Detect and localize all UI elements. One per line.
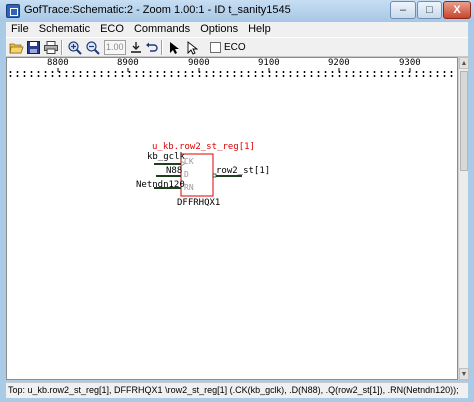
zoom-in-icon[interactable]	[67, 40, 82, 55]
print-icon[interactable]	[43, 40, 58, 55]
net-label-d[interactable]: N88	[166, 166, 182, 176]
save-icon[interactable]	[26, 40, 41, 55]
net-label-ck[interactable]: kb_gclk	[147, 152, 185, 162]
minimize-button[interactable]: –	[390, 1, 416, 19]
zoom-value-field[interactable]: 1.00	[104, 40, 126, 55]
status-bar: Top: u_kb.row2_st_reg[1], DFFRHQX1 \row2…	[6, 382, 468, 398]
menu-options[interactable]: Options	[195, 22, 243, 37]
menu-bar: File Schematic ECO Commands Options Help	[6, 22, 468, 37]
title-bar[interactable]: GofTrace:Schematic:2 - Zoom 1.00:1 - ID …	[0, 0, 474, 22]
pin-label-ck: CK	[184, 157, 194, 166]
toolbar-separator	[61, 40, 63, 55]
move-cursor-icon[interactable]	[184, 40, 199, 55]
app-window: GofTrace:Schematic:2 - Zoom 1.00:1 - ID …	[0, 0, 474, 402]
cell-type-label: DFFRHQX1	[177, 198, 221, 208]
app-icon	[6, 4, 20, 18]
undo-icon[interactable]	[144, 40, 159, 55]
eco-checkbox-label: ECO	[224, 42, 246, 53]
scroll-thumb[interactable]	[460, 71, 468, 171]
scroll-down-icon[interactable]: ▼	[459, 368, 469, 380]
net-label-q[interactable]: row2_st[1]	[216, 166, 270, 176]
menu-commands[interactable]: Commands	[129, 22, 195, 37]
pin-label-rn: RN	[184, 183, 194, 192]
vertical-scrollbar[interactable]: ▲ ▼	[458, 57, 469, 380]
menu-file[interactable]: File	[6, 22, 34, 37]
toolbar: 1.00 ECO	[6, 37, 468, 57]
open-folder-icon[interactable]	[9, 40, 24, 55]
instance-name[interactable]: u_kb.row2_st_reg[1]	[152, 142, 255, 152]
zoom-out-icon[interactable]	[85, 40, 100, 55]
select-cursor-icon[interactable]	[166, 40, 181, 55]
window-title: GofTrace:Schematic:2 - Zoom 1.00:1 - ID …	[24, 4, 291, 16]
eco-checkbox[interactable]	[210, 42, 221, 53]
net-label-rn[interactable]: Netndn120	[136, 180, 185, 190]
scroll-up-icon[interactable]: ▲	[459, 57, 469, 69]
menu-eco[interactable]: ECO	[95, 22, 129, 37]
menu-schematic[interactable]: Schematic	[34, 22, 95, 37]
maximize-button[interactable]: □	[417, 1, 442, 19]
close-button[interactable]: X	[443, 1, 471, 19]
toolbar-separator	[161, 40, 163, 55]
menu-help[interactable]: Help	[243, 22, 276, 37]
schematic-drawing	[154, 153, 242, 197]
schematic-canvas[interactable]: 8800 8900 9000 9100 9200 9300 u_kb.row2_…	[6, 57, 458, 380]
download-arrow-icon[interactable]	[128, 40, 143, 55]
pin-label-d: D	[184, 170, 189, 179]
